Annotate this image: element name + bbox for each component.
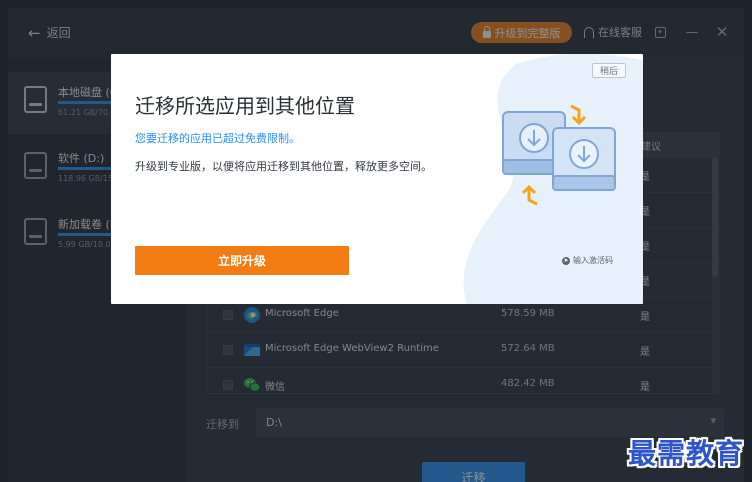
later-button[interactable]: 稍后 — [592, 63, 626, 78]
limit-warning: 您要迁移的应用已超过免费限制。 — [135, 132, 300, 145]
activate-label: 输入激活码 — [573, 256, 613, 265]
upgrade-modal: 稍后 迁移所选应用到其他位置 您要迁移的应用已超过免费限制。 升级到专业版，以便… — [111, 54, 643, 304]
modal-title: 迁移所选应用到其他位置 — [135, 94, 355, 118]
upgrade-now-button[interactable]: 立即升级 — [135, 246, 349, 275]
enter-activation-code-link[interactable]: ➤ 输入激活码 — [562, 255, 613, 266]
arrow-right-circle-icon: ➤ — [562, 256, 570, 265]
drive-migration-illustration — [502, 104, 616, 206]
modal-description: 升级到专业版，以便将应用迁移到其他位置，释放更多空间。 — [135, 160, 432, 173]
watermark-logo: 最需教育 — [628, 437, 745, 470]
